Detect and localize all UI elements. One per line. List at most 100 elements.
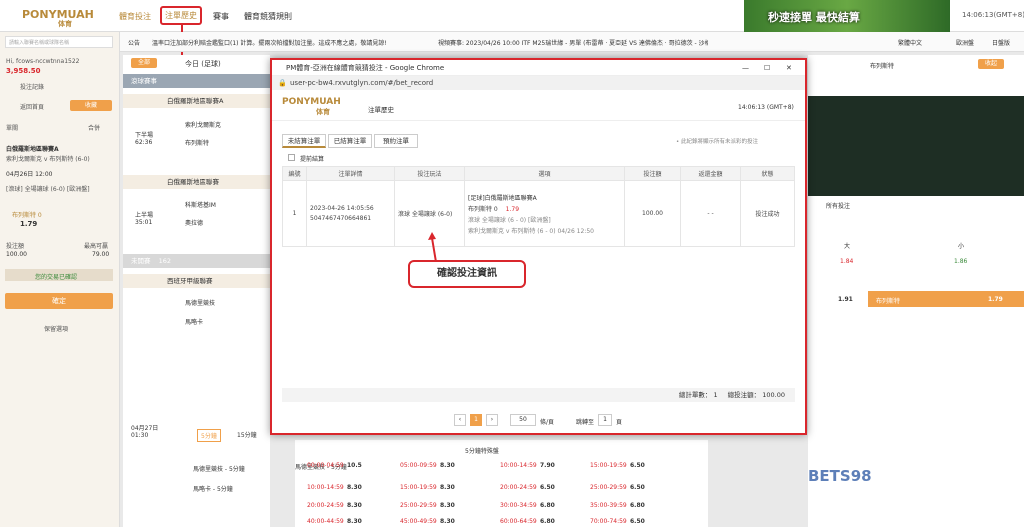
odds-cell[interactable]: 30:00-34:59 <box>500 502 537 509</box>
odds-cell[interactable]: 15:00-19:59 <box>400 484 437 491</box>
league-header-1[interactable]: 白俄羅斯地區聯賽A <box>123 94 270 108</box>
bets98-watermark: BETS98 <box>808 467 872 485</box>
close-icon[interactable]: ✕ <box>786 60 792 76</box>
odds-cell[interactable]: 20:00-24:59 <box>307 502 344 509</box>
over-label: 大 <box>844 243 851 250</box>
section-title: 注單歷史 <box>368 106 394 114</box>
upcoming-count: 162 <box>158 257 171 265</box>
minimize-icon[interactable]: — <box>742 60 749 76</box>
odds-cell[interactable]: 40:00-44:59 <box>307 518 344 525</box>
search-box[interactable]: 請輸入聯賽名稱或球隊名稱 <box>5 36 113 48</box>
league-header-2[interactable]: 白俄羅斯地區聯賽 <box>123 175 270 189</box>
odds-cell[interactable]: 45:00-49:59 <box>400 518 437 525</box>
odds-cell[interactable]: 35:00-39:59 <box>590 502 627 509</box>
odds-value[interactable]: 6.50 <box>540 484 555 491</box>
odds-row1[interactable]: 1.91 <box>838 296 853 303</box>
live-section-header[interactable]: 滾球賽事 <box>123 74 270 88</box>
match3-home: 馬德里競技 <box>185 300 216 307</box>
confirm-button[interactable]: 確定 <box>5 293 113 309</box>
cell-no: 1 <box>282 180 307 247</box>
early-settle-checkbox[interactable] <box>288 154 295 161</box>
dialog-logo: PONYMUAH 体育 <box>282 97 341 116</box>
goto-page-input[interactable]: 1 <box>598 414 612 426</box>
odds-value[interactable]: 6.50 <box>630 462 645 469</box>
promo-banner[interactable]: 秒速接單 最快結算 <box>744 0 950 32</box>
odds-value[interactable]: 8.30 <box>440 462 455 469</box>
announcement-label: 公告 <box>128 40 141 47</box>
odds-type-select[interactable]: 歐洲盤 <box>956 38 974 47</box>
clock: 14:06:13(GMT+8) <box>962 11 1024 19</box>
odds-cell[interactable]: 10:00-14:59 <box>307 484 344 491</box>
bet-record-table: 編號 注單詳情 投注玩法 選項 投注額 返還金額 狀態 1 2023-04-26… <box>282 166 795 247</box>
back-home-link[interactable]: 返回首頁 <box>20 102 44 111</box>
cell-return: - - <box>680 180 741 247</box>
tab-unsettled[interactable]: 未結算注單 <box>282 134 326 148</box>
slip-league: 白俄羅斯地區聯賽A <box>6 146 59 153</box>
combo-bet-tab[interactable]: 合併 <box>88 123 100 132</box>
max-win-label: 最高可贏 <box>84 243 109 250</box>
upcoming-section-header[interactable]: 未開賽 162 <box>123 254 270 268</box>
language-select[interactable]: 繁體中文 <box>898 38 922 47</box>
odds-value[interactable]: 8.30 <box>440 502 455 509</box>
single-bet-tab[interactable]: 單關 <box>6 123 18 132</box>
collapse-button[interactable]: 收藏 <box>70 100 112 111</box>
divider <box>272 120 805 121</box>
bet-datetime: 2023-04-26 14:05:56 <box>310 205 374 212</box>
odds-value[interactable]: 6.80 <box>540 502 555 509</box>
market-title: 5分鐘特殊盤 <box>465 448 499 455</box>
odds-cell[interactable]: 60:00-64:59 <box>500 518 537 525</box>
view-select[interactable]: 日盤版 <box>992 38 1010 47</box>
window-title: PM體育-亞洲在線體育競猜投注 - Google Chrome <box>286 64 445 72</box>
odds-value[interactable]: 8.30 <box>440 484 455 491</box>
odds-cell[interactable]: 15:00-19:59 <box>590 462 627 469</box>
col-selection: 選項 <box>464 166 625 181</box>
five-min-tag[interactable]: 5分鐘 <box>197 429 221 442</box>
tab-settled[interactable]: 已結算注單 <box>328 134 372 148</box>
upcoming-label: 未開賽 <box>131 257 151 265</box>
max-win-value: 79.00 <box>92 251 110 258</box>
search-input[interactable]: 請輸入聯賽名稱或球隊名稱 <box>9 39 69 46</box>
match2-home: 科斯塔基IM <box>185 202 216 209</box>
address-bar[interactable]: 🔒 user-pc-bw4.rxvutglyn.com/#/bet_record <box>272 76 805 90</box>
under-odds[interactable]: 1.86 <box>954 258 967 265</box>
collapse-right-button[interactable]: 收起 <box>978 59 1004 69</box>
odds-value[interactable]: 10.5 <box>347 462 362 469</box>
odds-value[interactable]: 7.90 <box>540 462 555 469</box>
table-row: 1 2023-04-26 14:05:56 5047467470664861 滾… <box>282 180 795 247</box>
next-page-button[interactable]: › <box>486 414 498 426</box>
odds-cell[interactable]: 10:00-14:59 <box>500 462 537 469</box>
match1-time: 下半場 62:36 <box>135 132 154 146</box>
maximize-icon[interactable]: ☐ <box>764 60 770 76</box>
banner-text: 秒速接單 最快結算 <box>768 11 860 24</box>
league-header-3[interactable]: 西班牙甲級聯賽 <box>123 274 270 288</box>
odds-cell[interactable]: 05:00-09:59 <box>400 462 437 469</box>
odds-cell[interactable]: 25:00-29:59 <box>400 502 437 509</box>
page-1-button[interactable]: 1 <box>470 414 482 426</box>
username: Hi, fcows-nccwtnna1522 <box>6 58 80 65</box>
window-titlebar[interactable]: PM體育-亞洲在線體育競猜投注 - Google Chrome — ☐ ✕ <box>272 60 805 76</box>
odds-value[interactable]: 6.50 <box>630 518 645 525</box>
tab-reserved[interactable]: 預約注單 <box>374 134 418 148</box>
odds-value[interactable]: 6.80 <box>540 518 555 525</box>
odds-value[interactable]: 8.30 <box>440 518 455 525</box>
odds-cell[interactable]: 20:00-24:59 <box>500 484 537 491</box>
prev-page-button[interactable]: ‹ <box>454 414 466 426</box>
page-size-select[interactable]: 50 <box>510 414 536 426</box>
bet-records-link[interactable]: 投注記錄 <box>20 82 44 91</box>
odds-cell[interactable]: 70:00-74:59 <box>590 518 627 525</box>
odds-cell[interactable]: 00:00-04:59 <box>307 462 344 469</box>
fifteen-min-tag[interactable]: 15分鐘 <box>237 430 257 439</box>
odds-value[interactable]: 8.30 <box>347 518 362 525</box>
odds-value[interactable]: 8.30 <box>347 502 362 509</box>
odds-value[interactable]: 6.50 <box>630 484 645 491</box>
filter-all-button[interactable]: 全部 <box>131 58 157 68</box>
keep-selection-link[interactable]: 保留選項 <box>44 324 68 333</box>
league-name-1: 白俄羅斯地區聯賽A <box>167 97 224 105</box>
odds-cell[interactable]: 25:00-29:59 <box>590 484 627 491</box>
trade-confirmed-text: 您的交易已確認 <box>35 274 78 281</box>
selected-pick[interactable]: 布列斯特 1.79 <box>868 291 1024 307</box>
odds-value[interactable]: 6.80 <box>630 502 645 509</box>
early-settle-label: 提前結算 <box>300 156 325 163</box>
odds-value[interactable]: 8.30 <box>347 484 362 491</box>
over-odds[interactable]: 1.84 <box>840 258 853 265</box>
